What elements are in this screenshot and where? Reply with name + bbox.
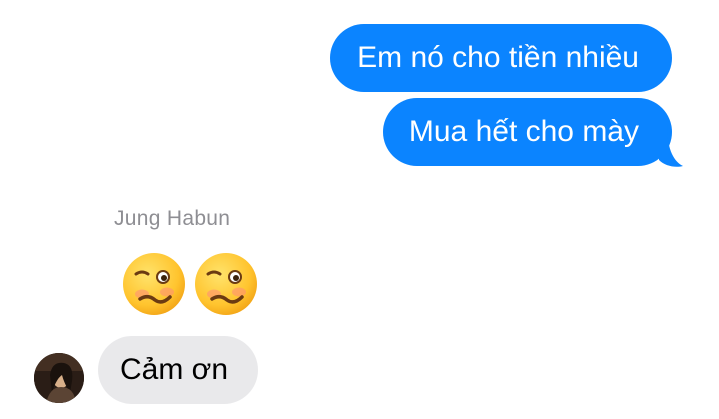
outgoing-message-bubble[interactable]: Em nó cho tiền nhiều xyxy=(330,24,672,92)
bubble-tail-icon xyxy=(659,124,683,167)
woozy-face-icon xyxy=(123,253,185,315)
message-text: Cảm ơn xyxy=(120,353,229,386)
emoji-message[interactable] xyxy=(120,250,260,318)
message-text: Em nó cho tiền nhiều xyxy=(357,41,639,74)
woozy-face-icon xyxy=(195,253,257,315)
avatar[interactable] xyxy=(34,353,84,403)
outgoing-message-bubble[interactable]: Mua hết cho mày xyxy=(382,98,672,166)
message-text: Mua hết cho mày xyxy=(408,115,639,148)
sender-name: Jung Habun xyxy=(114,207,231,230)
incoming-message-bubble[interactable]: Cảm ơn xyxy=(98,336,259,404)
avatar-photo-icon xyxy=(34,353,84,403)
